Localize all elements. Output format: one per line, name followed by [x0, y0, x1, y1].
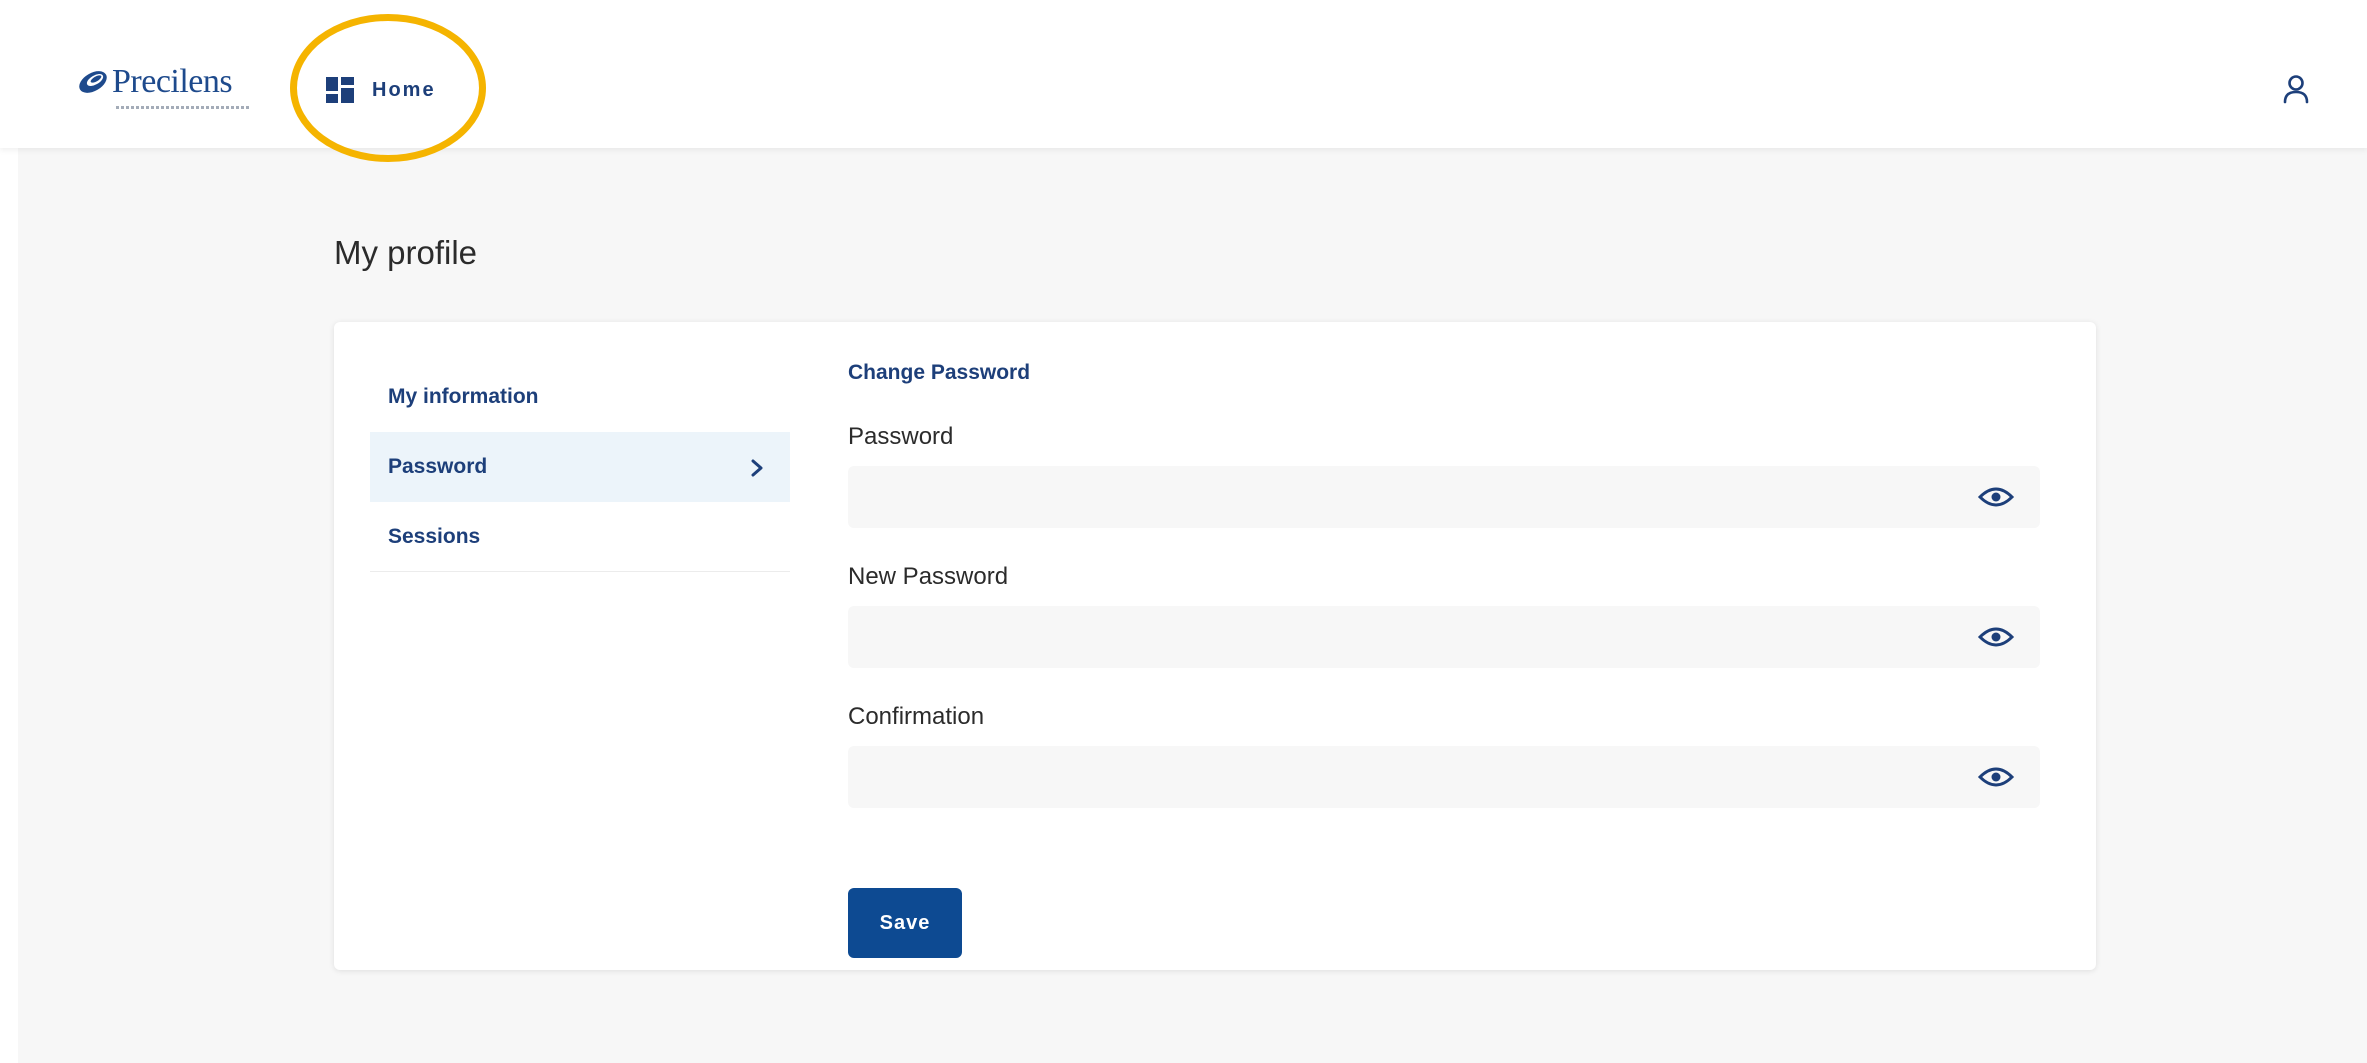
- new-password-field-group: New Password: [848, 560, 2040, 668]
- section-title: Change Password: [848, 361, 1031, 384]
- highlight-ring: [290, 14, 486, 162]
- confirmation-label: Confirmation: [848, 703, 985, 730]
- menu-item-my-information[interactable]: My information: [370, 362, 790, 432]
- chevron-right-icon: [751, 459, 763, 477]
- main-content: My profile My information Password Sessi…: [18, 148, 2367, 1063]
- password-label: Password: [848, 423, 954, 450]
- top-bar: Precilens Home: [0, 0, 2367, 162]
- brand-logo[interactable]: Precilens: [76, 62, 256, 118]
- profile-card: My information Password Sessions Change …: [334, 322, 2096, 970]
- save-button[interactable]: Save: [848, 888, 962, 958]
- password-input-wrap: [848, 466, 2040, 528]
- confirmation-input-wrap: [848, 746, 2040, 808]
- logo-tagline: [116, 106, 250, 109]
- page-title: My profile: [334, 234, 478, 271]
- menu-item-password[interactable]: Password: [370, 432, 790, 502]
- lens-logo-icon: [79, 71, 107, 93]
- new-password-label: New Password: [848, 563, 1009, 590]
- change-password-form: Change Password Password New Password Co…: [848, 358, 2040, 958]
- confirmation-field-group: Confirmation: [848, 700, 2040, 808]
- new-password-input[interactable]: [848, 606, 2040, 668]
- profile-menu: My information Password Sessions: [370, 362, 790, 572]
- logo-wordmark: Precilens: [112, 63, 233, 100]
- password-field-group: Password: [848, 420, 2040, 528]
- user-icon[interactable]: [2282, 74, 2310, 104]
- new-password-input-wrap: [848, 606, 2040, 668]
- menu-item-label: My information: [388, 385, 539, 408]
- password-input[interactable]: [848, 466, 2040, 528]
- eye-icon[interactable]: [1978, 484, 2014, 510]
- eye-icon[interactable]: [1978, 764, 2014, 790]
- eye-icon[interactable]: [1978, 624, 2014, 650]
- menu-item-label: Password: [388, 455, 488, 478]
- menu-item-label: Sessions: [388, 524, 481, 548]
- page: Precilens Home My profile My information: [0, 0, 2367, 1063]
- confirmation-input[interactable]: [848, 746, 2040, 808]
- menu-item-sessions[interactable]: Sessions: [370, 502, 790, 572]
